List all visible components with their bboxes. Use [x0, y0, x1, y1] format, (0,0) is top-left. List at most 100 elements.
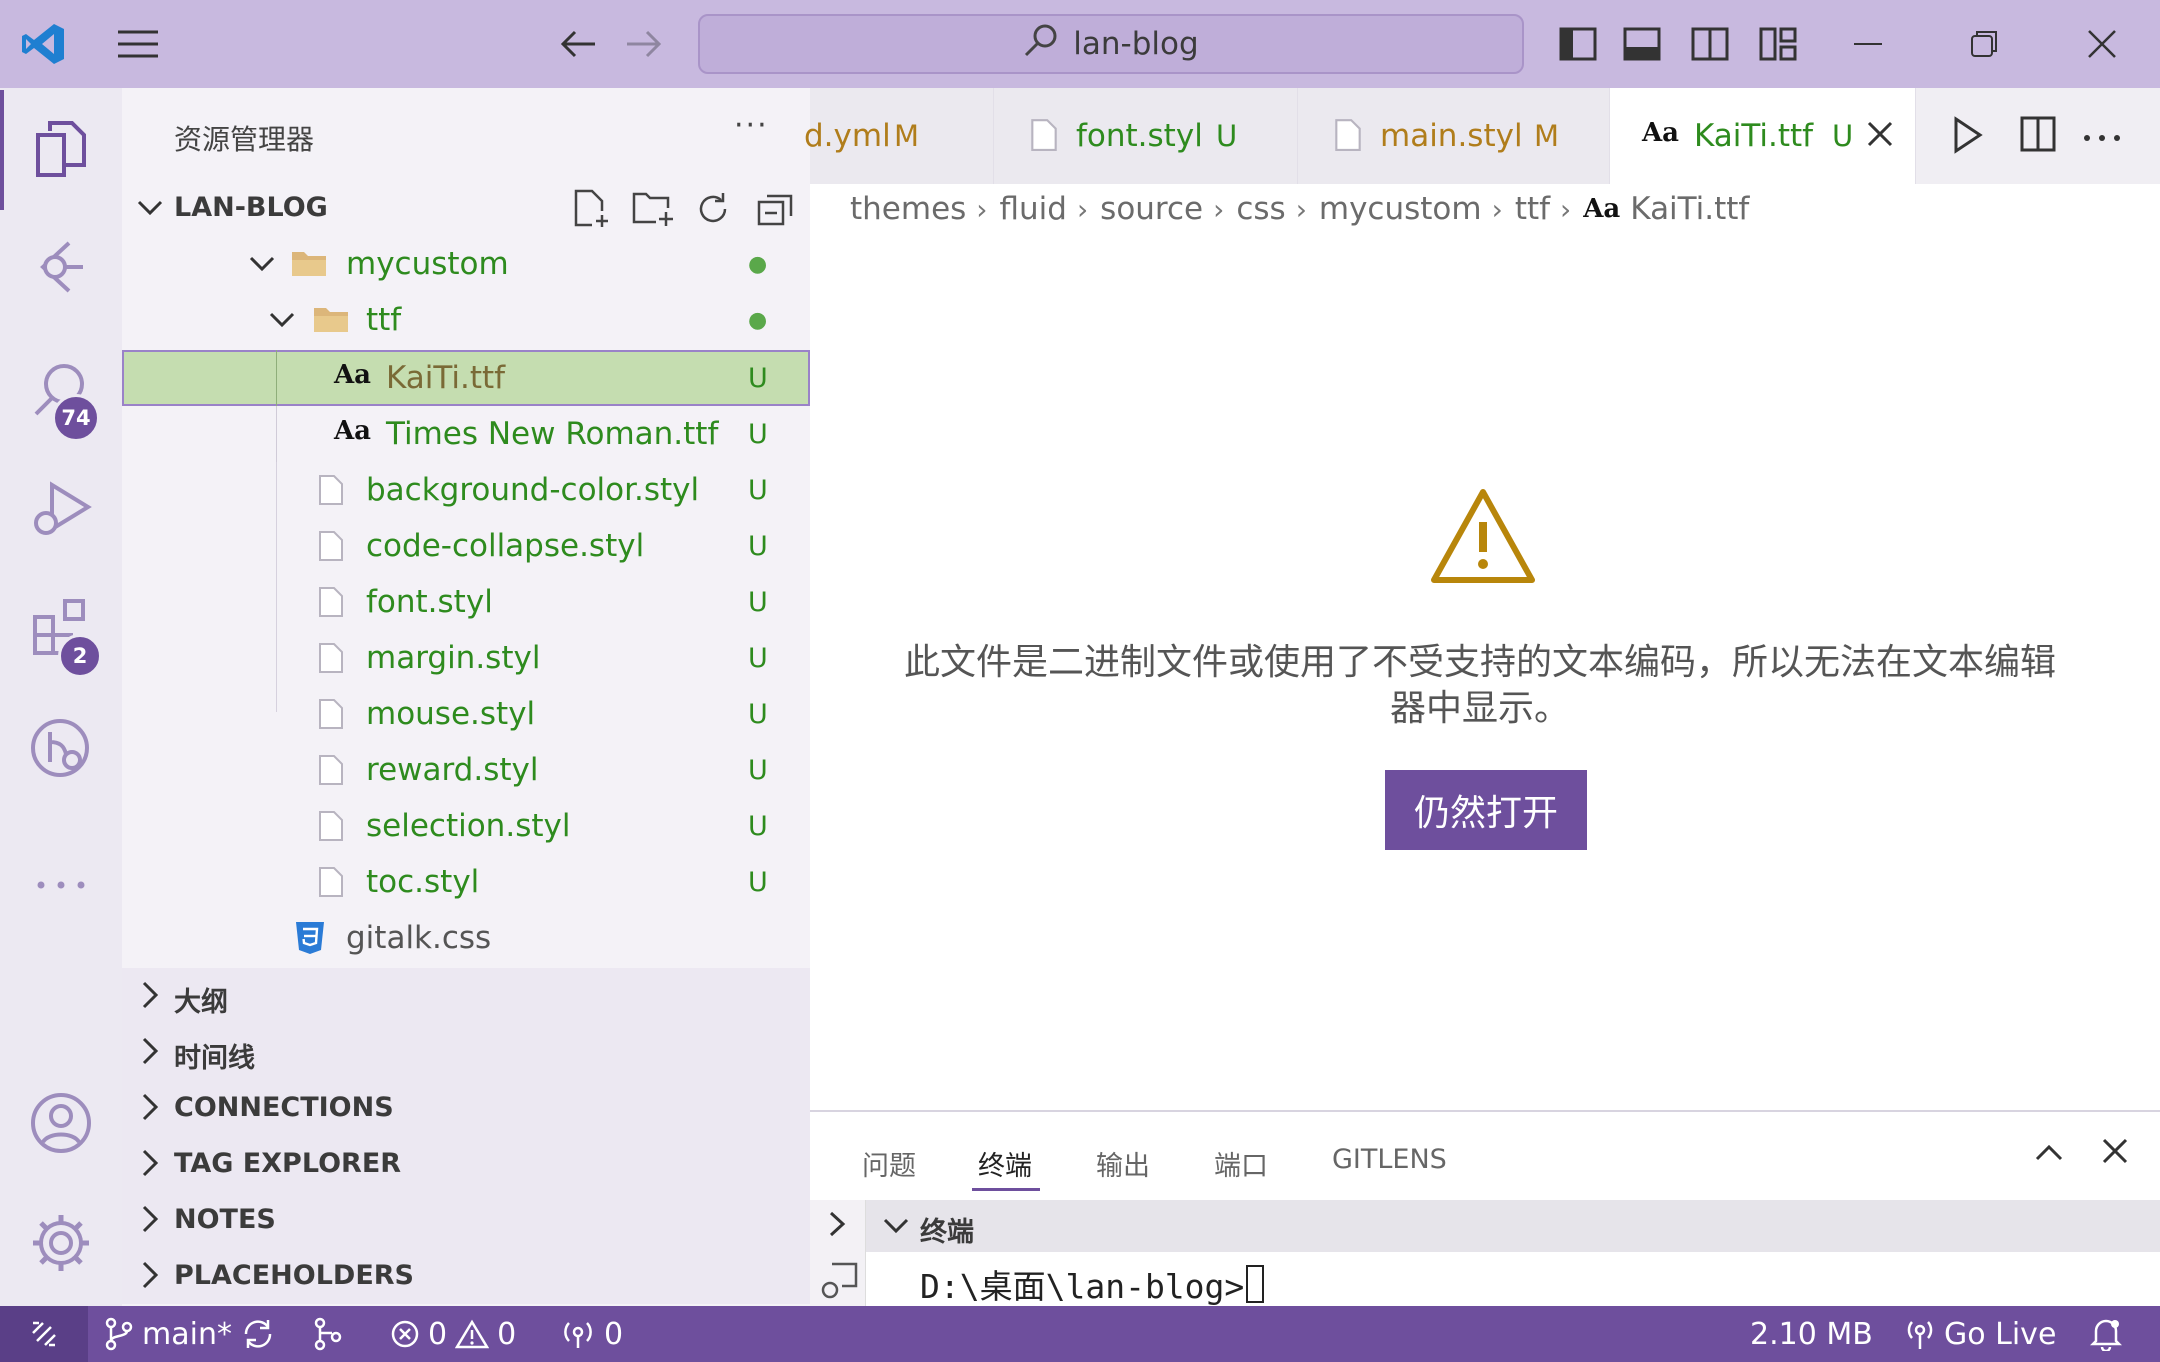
- tab-kaiti-ttf[interactable]: Aa KaiTi.ttf U: [1610, 88, 1916, 184]
- breadcrumb-item[interactable]: mycustom: [1319, 191, 1482, 227]
- file-icon: [319, 699, 343, 729]
- toggle-secondary-sidebar-icon[interactable]: [1680, 14, 1740, 74]
- gitlens-launchpad-icon[interactable]: [312, 1306, 344, 1362]
- new-folder-icon[interactable]: [630, 186, 676, 232]
- minimize-icon[interactable]: [1838, 14, 1898, 74]
- command-center-search[interactable]: lan-blog: [698, 14, 1524, 74]
- restore-icon[interactable]: [1954, 14, 2014, 74]
- collapse-all-icon[interactable]: [752, 186, 798, 232]
- tab-config-yml[interactable]: d.yml M: [804, 88, 994, 184]
- tab-ports[interactable]: 端口: [1214, 1144, 1268, 1183]
- open-anyway-button[interactable]: 仍然打开: [1385, 770, 1587, 850]
- tab-status: U: [1832, 119, 1854, 153]
- source-control-icon[interactable]: [0, 214, 122, 324]
- chevron-right-icon[interactable]: [826, 1210, 848, 1242]
- ports-status[interactable]: 0: [560, 1306, 623, 1362]
- tree-file-kaiti[interactable]: Aa KaiTi.ttf U: [122, 350, 810, 406]
- vscode-logo-icon: [14, 14, 74, 74]
- breadcrumb-item[interactable]: ttf: [1515, 191, 1550, 227]
- tab-gitlens[interactable]: GITLENS: [1332, 1144, 1447, 1175]
- search-text: lan-blog: [1073, 26, 1199, 62]
- menu-icon[interactable]: [108, 14, 168, 74]
- breadcrumb-item[interactable]: KaiTi.ttf: [1630, 191, 1749, 227]
- breadcrumb-item[interactable]: fluid: [1000, 191, 1067, 227]
- settings-gear-icon[interactable]: [0, 1188, 122, 1298]
- maximize-panel-icon[interactable]: [2034, 1142, 2064, 1166]
- chevron-right-icon: ›: [1076, 192, 1089, 226]
- remote-indicator[interactable]: [0, 1306, 88, 1362]
- new-file-icon[interactable]: [568, 186, 614, 232]
- chevron-down-icon: [248, 250, 276, 286]
- tab-status: U: [1216, 119, 1238, 153]
- section-placeholders[interactable]: PLACEHOLDERS: [122, 1248, 810, 1304]
- sync-icon[interactable]: [240, 1306, 276, 1362]
- terminal-prompt: D:\桌面\lan-blog>: [920, 1267, 1245, 1306]
- debug-console-icon[interactable]: [820, 1260, 860, 1304]
- refresh-icon[interactable]: [690, 186, 736, 232]
- file-icon: [319, 811, 343, 841]
- more-views-icon[interactable]: [0, 830, 122, 940]
- tree-file-gitalk[interactable]: gitalk.css: [122, 910, 810, 966]
- tree-label: code-collapse.styl: [366, 528, 645, 564]
- tree-file-reward[interactable]: reward.styl U: [122, 742, 810, 798]
- tree-file-margin[interactable]: margin.styl U: [122, 630, 810, 686]
- gitlens-icon[interactable]: [0, 694, 122, 804]
- tree-file-font[interactable]: font.styl U: [122, 574, 810, 630]
- terminal-input[interactable]: D:\桌面\lan-blog>: [920, 1260, 1265, 1308]
- tree-file-toc[interactable]: toc.styl U: [122, 854, 810, 910]
- run-icon[interactable]: [1952, 116, 1984, 158]
- back-arrow-icon[interactable]: [548, 14, 608, 74]
- branch-status[interactable]: main*: [104, 1306, 232, 1362]
- split-editor-icon[interactable]: [2020, 116, 2056, 156]
- active-tab-underline: [972, 1188, 1040, 1191]
- tree-folder-ttf[interactable]: ttf ●: [122, 292, 810, 348]
- git-branch-icon: [105, 1317, 133, 1351]
- extensions-icon[interactable]: 2: [0, 572, 122, 682]
- tree-file-times-new-roman[interactable]: Aa Times New Roman.ttf U: [122, 406, 810, 462]
- tree-file-code-collapse[interactable]: code-collapse.styl U: [122, 518, 810, 574]
- close-window-icon[interactable]: [2072, 14, 2132, 74]
- forward-arrow-icon[interactable]: [614, 14, 674, 74]
- notifications-bell-icon[interactable]: [2090, 1306, 2122, 1362]
- workspace-section-header[interactable]: LAN-BLOG: [122, 180, 810, 236]
- chevron-right-icon: [138, 980, 162, 1014]
- tab-font-styl[interactable]: font.styl U: [994, 88, 1298, 184]
- close-tab-icon[interactable]: [1866, 120, 1894, 156]
- tab-problems[interactable]: 问题: [862, 1144, 916, 1183]
- search-icon[interactable]: 74: [0, 334, 122, 444]
- chevron-down-icon[interactable]: [882, 1212, 910, 1244]
- tree-folder-mycustom[interactable]: mycustom ●: [122, 236, 810, 292]
- title-bar: lan-blog: [0, 0, 2160, 88]
- terminal-side-bar: [810, 1200, 866, 1308]
- tree-file-mouse[interactable]: mouse.styl U: [122, 686, 810, 742]
- section-tag-explorer[interactable]: TAG EXPLORER: [122, 1136, 810, 1192]
- chevron-right-icon: ›: [1213, 192, 1225, 226]
- go-live-button[interactable]: Go Live: [1904, 1306, 2056, 1362]
- section-outline[interactable]: 大纲: [122, 968, 810, 1024]
- section-timeline[interactable]: 时间线: [122, 1024, 810, 1080]
- activity-bar: 74 2: [0, 88, 122, 1306]
- tree-file-background-color[interactable]: background-color.styl U: [122, 462, 810, 518]
- toggle-sidebar-icon[interactable]: [1548, 14, 1608, 74]
- explorer-icon[interactable]: [0, 94, 122, 204]
- section-connections[interactable]: CONNECTIONS: [122, 1080, 810, 1136]
- tab-terminal[interactable]: 终端: [978, 1144, 1032, 1183]
- tree-file-selection[interactable]: selection.styl U: [122, 798, 810, 854]
- breadcrumb-item[interactable]: css: [1236, 191, 1285, 227]
- problems-status[interactable]: 0 0: [390, 1306, 516, 1362]
- tab-main-styl[interactable]: main.styl M: [1298, 88, 1610, 184]
- toggle-panel-icon[interactable]: [1612, 14, 1672, 74]
- accounts-icon[interactable]: [0, 1068, 122, 1178]
- sidebar-more-button[interactable]: ···: [734, 108, 769, 143]
- customize-layout-icon[interactable]: [1748, 14, 1808, 74]
- close-panel-icon[interactable]: [2102, 1138, 2128, 1168]
- tab-output[interactable]: 输出: [1096, 1144, 1150, 1183]
- breadcrumb-item[interactable]: themes: [850, 191, 966, 227]
- tab-label: main.styl: [1380, 118, 1523, 154]
- file-icon: [319, 587, 343, 617]
- run-debug-icon[interactable]: [0, 454, 122, 564]
- section-notes[interactable]: NOTES: [122, 1192, 810, 1248]
- tree-label: background-color.styl: [366, 472, 700, 508]
- editor-more-icon[interactable]: [2082, 128, 2122, 147]
- breadcrumb-item[interactable]: source: [1100, 191, 1203, 227]
